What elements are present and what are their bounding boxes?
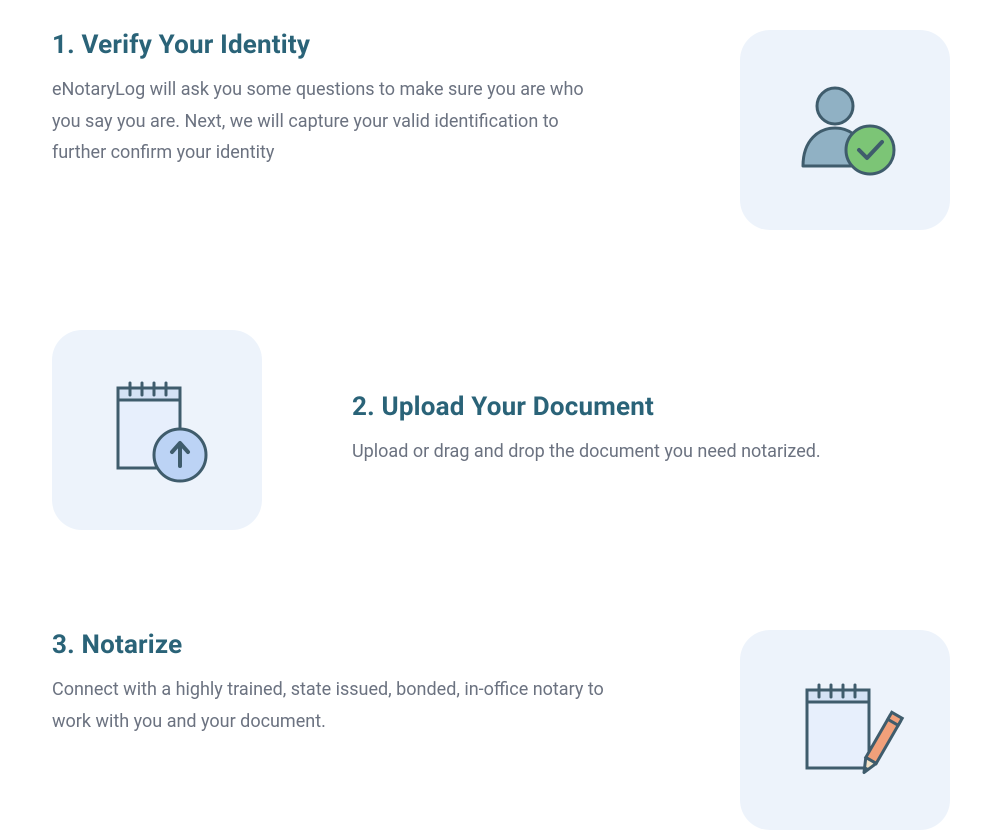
step-title: 3. Notarize — [52, 630, 680, 660]
step-upload-document: 2. Upload Your Document Upload or drag a… — [52, 330, 950, 530]
step-description: Connect with a highly trained, state iss… — [52, 674, 612, 737]
icon-box — [52, 330, 262, 530]
person-verified-icon — [785, 70, 905, 190]
step-title: 1. Verify Your Identity — [52, 30, 680, 60]
step-title: 2. Upload Your Document — [352, 392, 950, 422]
step-description: eNotaryLog will ask you some questions t… — [52, 74, 612, 169]
icon-box — [740, 630, 950, 830]
icon-box — [740, 30, 950, 230]
step-text: 1. Verify Your Identity eNotaryLog will … — [52, 30, 680, 169]
step-text: 3. Notarize Connect with a highly traine… — [52, 630, 680, 737]
step-text: 2. Upload Your Document Upload or drag a… — [322, 392, 950, 468]
step-description: Upload or drag and drop the document you… — [352, 436, 950, 468]
document-pencil-icon — [785, 670, 905, 790]
step-verify-identity: 1. Verify Your Identity eNotaryLog will … — [52, 30, 950, 230]
document-upload-icon — [100, 370, 215, 490]
steps-list: 1. Verify Your Identity eNotaryLog will … — [0, 0, 1000, 830]
step-notarize: 3. Notarize Connect with a highly traine… — [52, 630, 950, 830]
